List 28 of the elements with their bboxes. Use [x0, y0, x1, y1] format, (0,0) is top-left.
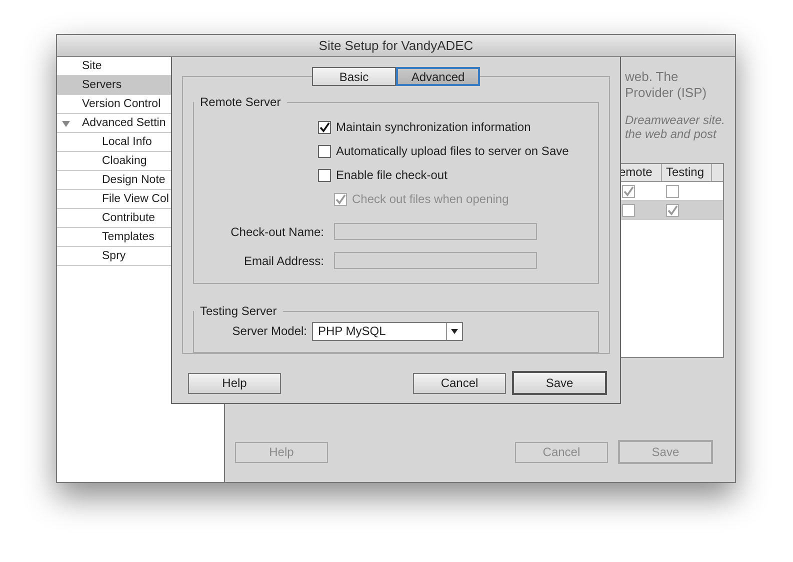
column-header[interactable]: Testing: [662, 164, 712, 181]
dialog-button[interactable]: Save: [512, 371, 607, 395]
checkbox-option[interactable]: Automatically upload files to server on Save: [318, 139, 598, 163]
field-label: Check-out Name:: [230, 224, 325, 238]
checkbox-option[interactable]: Enable file check-out: [318, 163, 598, 187]
checkbox[interactable]: [666, 204, 679, 216]
checkbox[interactable]: [318, 144, 331, 158]
checkbox[interactable]: [622, 184, 635, 198]
dropdown-arrow-icon: [451, 328, 458, 334]
dialog-button[interactable]: Cancel: [413, 372, 506, 394]
checkbox[interactable]: [666, 184, 679, 198]
checkbox[interactable]: [318, 120, 331, 134]
note-text: the web and post: [624, 127, 716, 141]
description-text: web. The: [624, 69, 678, 85]
window-title: Site Setup for VandyADEC: [318, 38, 474, 53]
field-label: Email Address:: [242, 254, 325, 268]
tab[interactable]: Advanced: [396, 67, 480, 86]
server-model-select[interactable]: PHP MySQL: [312, 322, 463, 340]
disclosure-triangle-icon[interactable]: [62, 120, 70, 128]
checkbox[interactable]: [318, 168, 331, 182]
dialog-button[interactable]: Help: [188, 372, 281, 394]
field-label: Server Model:: [231, 324, 308, 338]
group-title: Testing Server: [199, 304, 278, 318]
note-text: Dreamweaver site.: [624, 113, 725, 127]
tab[interactable]: Basic: [312, 67, 396, 86]
checkbox[interactable]: [622, 204, 635, 216]
description-text: Provider (ISP): [624, 85, 707, 101]
checkbox-option[interactable]: Maintain synchronization information: [318, 115, 598, 139]
